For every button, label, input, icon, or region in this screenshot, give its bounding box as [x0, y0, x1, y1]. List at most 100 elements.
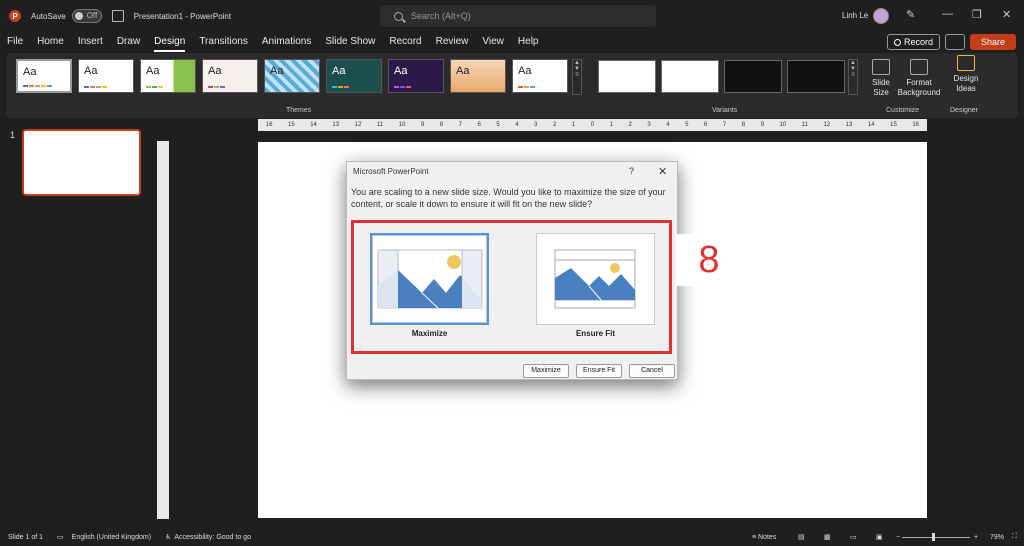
help-icon[interactable]: ?: [629, 166, 634, 176]
annotation-highlight-box: [351, 220, 672, 354]
zoom-slider-thumb[interactable]: [932, 533, 935, 541]
record-button[interactable]: Record: [887, 34, 940, 50]
tab-view[interactable]: View: [475, 32, 511, 52]
theme-sample-text: Aa: [270, 65, 284, 77]
theme-office[interactable]: Aa: [16, 59, 72, 93]
book-icon[interactable]: ▭: [57, 533, 64, 541]
search-icon: [394, 11, 403, 21]
pen-icon[interactable]: ✎: [906, 8, 915, 21]
autosave-toggle[interactable]: Off: [71, 9, 102, 23]
tab-draw[interactable]: Draw: [110, 32, 147, 52]
theme-5[interactable]: Aa: [264, 59, 320, 93]
ruler-tick: 6: [703, 122, 708, 128]
ruler-tick: 14: [867, 122, 875, 128]
variant-4[interactable]: [787, 60, 845, 93]
ruler-tick: 2: [628, 122, 632, 128]
ruler-tick: 9: [760, 122, 764, 128]
user-name[interactable]: Linh Le: [842, 11, 868, 20]
ruler-tick: 1: [571, 122, 576, 128]
accessibility-status[interactable]: Accessibility: Good to go: [174, 534, 251, 541]
reading-view-icon[interactable]: ▭: [850, 533, 857, 541]
menu-bar: File Home Insert Draw Design Transitions…: [0, 32, 1024, 52]
ruler-tick: 10: [398, 122, 406, 128]
dialog-message: You are scaling to a new slide size. Wou…: [351, 187, 666, 209]
cancel-button[interactable]: Cancel: [629, 364, 675, 378]
tab-design[interactable]: Design: [147, 32, 192, 52]
ruler-tick: 15: [890, 122, 897, 128]
theme-9[interactable]: Aa: [512, 59, 568, 93]
search-input[interactable]: Search (Alt+Q): [380, 5, 656, 27]
format-background-button[interactable]: Format Background: [896, 59, 942, 98]
slide-sorter-icon[interactable]: ▦: [824, 533, 831, 541]
ruler-tick: 1: [609, 122, 613, 128]
theme-3[interactable]: Aa: [140, 59, 196, 93]
fit-slide-icon[interactable]: ⛶: [1012, 533, 1017, 541]
variant-1[interactable]: [598, 60, 656, 93]
normal-view-icon[interactable]: ▤: [798, 533, 805, 541]
slide-size-button[interactable]: Slide Size: [866, 59, 896, 98]
notes-button[interactable]: ≡ Notes: [752, 534, 776, 541]
ruler-tick: 8: [741, 122, 746, 128]
tab-slide-show[interactable]: Slide Show: [318, 32, 382, 52]
tab-review[interactable]: Review: [429, 32, 476, 52]
record-label: Record: [903, 37, 933, 47]
notes-label: Notes: [758, 533, 777, 541]
tab-record[interactable]: Record: [382, 32, 428, 52]
search-placeholder: Search (Alt+Q): [411, 11, 471, 21]
variant-3[interactable]: [724, 60, 782, 93]
slide-size-icon: [872, 59, 890, 75]
zoom-slider[interactable]: [902, 537, 970, 538]
close-icon[interactable]: ✕: [658, 165, 667, 178]
zoom-level[interactable]: 79%: [990, 534, 1004, 541]
slideshow-view-icon[interactable]: ▣: [876, 533, 883, 541]
ruler-tick: 15: [287, 122, 295, 128]
minimize-icon[interactable]: —: [942, 8, 953, 20]
save-icon[interactable]: [111, 10, 124, 22]
theme-sample-text: Aa: [23, 66, 37, 78]
ruler-tick: 12: [823, 122, 831, 128]
ruler-tick: 4: [666, 122, 670, 128]
zoom-out-icon[interactable]: −: [896, 534, 900, 541]
horizontal-ruler: 16 15 14 13 12 11 10 9 8 7 6 5 4 3 2 1 0 1 2 3 4 5 6 7 8 9 10 11 12 1…: [258, 119, 927, 131]
theme-4[interactable]: Aa: [202, 59, 258, 93]
tab-animations[interactable]: Animations: [255, 32, 318, 52]
slide-thumbnail[interactable]: [22, 129, 141, 196]
zoom-in-icon[interactable]: +: [974, 534, 978, 541]
theme-sample-text: Aa: [518, 65, 532, 77]
design-ideas-button[interactable]: Design Ideas: [946, 55, 986, 94]
ruler-tick: 2: [552, 122, 557, 128]
maximize-button[interactable]: Maximize: [523, 364, 569, 378]
tab-file[interactable]: File: [0, 32, 30, 52]
designer-group-label: Designer: [950, 107, 979, 114]
ruler-tick: 16: [912, 122, 920, 128]
share-button[interactable]: Share: [970, 34, 1016, 50]
design-ideas-icon: [957, 55, 975, 71]
ensure-fit-button[interactable]: Ensure Fit: [576, 364, 622, 378]
ruler-tick: 16: [265, 122, 273, 128]
ruler-tick: 10: [779, 122, 787, 128]
themes-more-button[interactable]: ▲ ▼ ≡: [572, 59, 582, 95]
theme-2[interactable]: Aa: [78, 59, 134, 93]
status-bar: Slide 1 of 1 ▭ English (United Kingdom) …: [0, 528, 1024, 546]
variants-more-button[interactable]: ▲ ▼ ≡: [848, 59, 858, 95]
ruler-tick: 3: [534, 122, 538, 128]
theme-6[interactable]: Aa: [326, 59, 382, 93]
comments-button[interactable]: [945, 34, 965, 50]
ruler-tick: 11: [376, 122, 384, 128]
restore-icon[interactable]: ❐: [972, 8, 982, 21]
ruler-tick: 14: [310, 122, 317, 128]
theme-8[interactable]: Aa: [450, 59, 506, 93]
theme-7[interactable]: Aa: [388, 59, 444, 93]
powerpoint-logo-icon: P: [9, 10, 21, 22]
tab-home[interactable]: Home: [30, 32, 71, 52]
tab-transitions[interactable]: Transitions: [192, 32, 255, 52]
avatar[interactable]: [873, 8, 889, 24]
tab-help[interactable]: Help: [511, 32, 546, 52]
ruler-tick: 4: [515, 122, 519, 128]
ruler-tick: 3: [647, 122, 651, 128]
document-title: Presentation1 - PowerPoint: [133, 11, 232, 21]
language-status[interactable]: English (United Kingdom): [72, 534, 151, 541]
tab-insert[interactable]: Insert: [71, 32, 110, 52]
close-window-icon[interactable]: ✕: [1002, 8, 1011, 21]
variant-2[interactable]: [661, 60, 719, 93]
